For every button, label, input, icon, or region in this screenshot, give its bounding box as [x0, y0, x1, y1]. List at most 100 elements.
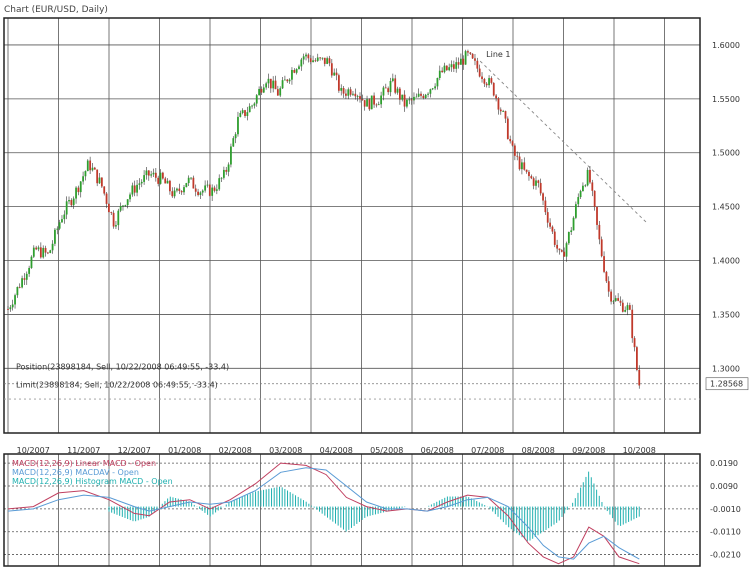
candle-body: [638, 369, 641, 386]
candle-body: [218, 178, 221, 190]
candle-body: [154, 172, 157, 178]
candle-body: [25, 273, 28, 280]
candle-body: [427, 93, 429, 95]
candle-body: [485, 83, 488, 86]
candle-body: [523, 162, 526, 170]
candle-body: [375, 104, 378, 106]
candle-body: [93, 167, 96, 170]
candle-body: [474, 58, 476, 61]
candle-body: [626, 305, 629, 311]
candle-body: [429, 89, 432, 94]
candle-body: [215, 189, 218, 191]
candle-body: [499, 109, 502, 112]
candle-body: [342, 88, 345, 94]
candle-body: [220, 177, 223, 179]
candle-body: [316, 57, 319, 61]
candle-body: [222, 169, 225, 178]
candle-body: [281, 80, 284, 89]
candle-body: [265, 83, 268, 88]
candle-body: [596, 206, 598, 225]
candle-body: [51, 243, 54, 251]
candle-body: [70, 200, 73, 206]
candle-body: [396, 88, 399, 93]
candle-body: [145, 170, 148, 176]
candle-body: [424, 94, 427, 99]
candle-body: [204, 185, 207, 191]
chart-title: Chart (EUR/USD, Daily): [4, 5, 108, 15]
candle-body: [490, 78, 493, 83]
candle-body: [295, 69, 298, 73]
candle-body: [44, 247, 47, 253]
candle-body: [213, 187, 216, 191]
price-y-tick-label: 1.6000: [712, 41, 740, 50]
candle-body: [284, 79, 286, 81]
candle-body: [530, 176, 533, 179]
candle-body: [314, 60, 317, 62]
candle-body: [211, 187, 214, 196]
candle-body: [617, 298, 620, 301]
candle-body: [443, 65, 446, 73]
candle-body: [600, 239, 603, 257]
candle-body: [169, 180, 171, 192]
candle-body: [321, 57, 324, 59]
candle-body: [164, 178, 167, 184]
candle-body: [269, 78, 272, 89]
candle-body: [293, 70, 296, 73]
candle-body: [476, 60, 479, 69]
candle-body: [305, 54, 307, 57]
candle-body: [628, 305, 631, 310]
candle-body: [18, 286, 21, 288]
candle-body: [340, 88, 343, 91]
candle-body: [267, 78, 270, 84]
candle-body: [537, 180, 540, 183]
candle-body: [516, 155, 519, 157]
candle-body: [234, 134, 237, 139]
candle-body: [16, 286, 19, 296]
candle-body: [119, 205, 122, 211]
candle-body: [361, 99, 364, 101]
candle-body: [180, 190, 183, 193]
candle-body: [506, 118, 509, 140]
price-y-tick-label: 1.4500: [712, 203, 740, 212]
candle-body: [14, 295, 16, 305]
candle-body: [422, 95, 425, 99]
candle-body: [605, 271, 608, 282]
candle-body: [178, 188, 181, 191]
candle-body: [241, 110, 244, 113]
candle-body: [129, 194, 131, 200]
price-y-tick-label: 1.3500: [712, 310, 740, 319]
candle-body: [276, 89, 279, 96]
candle-body: [206, 184, 209, 186]
candle-body: [509, 139, 512, 142]
candle-body: [201, 190, 204, 193]
candle-body: [558, 248, 561, 251]
macd-legend-entry: MACD(12,26,9) MACDAV - Open: [12, 468, 139, 477]
candle-body: [244, 110, 246, 116]
candle-body: [415, 96, 418, 98]
candle-body: [288, 79, 291, 82]
candle-body: [462, 58, 465, 65]
candle-body: [502, 111, 505, 112]
candle-body: [488, 78, 490, 86]
candle-body: [122, 205, 124, 207]
candle-body: [389, 80, 392, 93]
candle-body: [495, 95, 498, 99]
candle-body: [521, 162, 523, 170]
candle-body: [286, 79, 289, 82]
candle-body: [518, 156, 521, 170]
candle-body: [58, 222, 61, 229]
candle-body: [619, 300, 622, 303]
candle-body: [398, 88, 401, 100]
candle-body: [481, 76, 483, 80]
candle-body: [309, 58, 312, 63]
candle-body: [445, 65, 448, 71]
candle-body: [328, 58, 331, 64]
candle-body: [401, 94, 404, 100]
price-y-tick-label: 1.5000: [712, 149, 740, 158]
candle-body: [176, 188, 178, 191]
candle-body: [108, 203, 110, 213]
candle-body: [441, 70, 444, 73]
candle-body: [37, 247, 40, 250]
candle-body: [56, 228, 59, 230]
candle-body: [413, 96, 415, 101]
